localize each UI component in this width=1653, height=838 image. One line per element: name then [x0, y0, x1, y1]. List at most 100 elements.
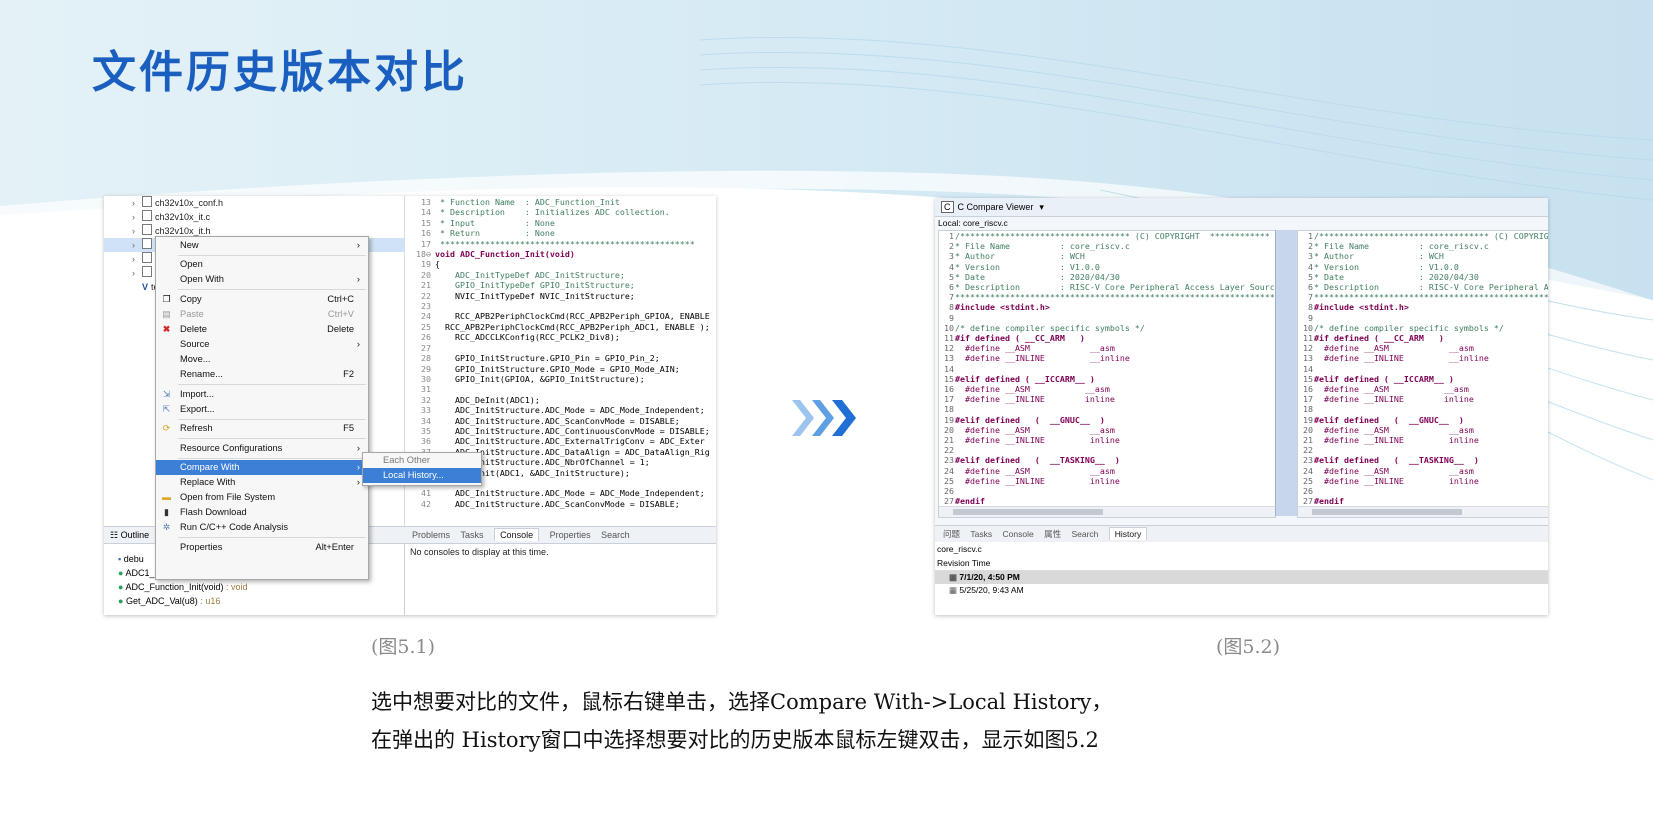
- outline-item[interactable]: ● Get_ADC_Val(u8) : u16: [104, 594, 404, 608]
- line-number: 15: [944, 373, 954, 384]
- line-number: 24: [1303, 465, 1313, 476]
- code-line: 24 #define __ASM __asm: [1298, 466, 1548, 476]
- line-number: 27: [421, 342, 431, 353]
- tab-tasks[interactable]: Tasks: [461, 530, 484, 540]
- tab-search[interactable]: Search: [1071, 529, 1098, 539]
- menu-item-delete[interactable]: ✖ Delete Delete: [156, 322, 368, 337]
- c-file-icon: C: [941, 201, 954, 213]
- menu-item-copy[interactable]: ❐ Copy Ctrl+C: [156, 292, 368, 307]
- menu-item-rename[interactable]: Rename... F2: [156, 367, 368, 382]
- code-text: ADC_DeInit(ADC1);: [435, 394, 540, 405]
- line-number: 8: [949, 302, 954, 313]
- code-text: {: [435, 259, 440, 270]
- refresh-icon: ⟳: [162, 423, 171, 433]
- code-text: #include <stdint.h>: [955, 302, 1050, 313]
- outline-item[interactable]: ● ADC_Function_Init(void) : void: [104, 580, 404, 594]
- menu-item-replace-with[interactable]: Replace With ›: [156, 475, 368, 490]
- code-text: /********************************** (C) …: [955, 231, 1270, 241]
- code-line: 15 * Input : None: [405, 218, 716, 228]
- code-line: 19#elif defined ( __GNUC__ ): [1298, 415, 1548, 425]
- menu-item-open-with[interactable]: Open With ›: [156, 272, 368, 287]
- line-number: 13: [1303, 353, 1313, 364]
- menu-item-flash-download[interactable]: ▮ Flash Download: [156, 505, 368, 520]
- code-line: 17 #define __INLINE inline: [939, 394, 1275, 404]
- tree-item[interactable]: › ch32v10x_it.c: [104, 210, 404, 224]
- menu-item-run-code-analysis[interactable]: ✲ Run C/C++ Code Analysis: [156, 520, 368, 535]
- code-line: 23#elif defined ( __TASKING__ ): [1298, 455, 1548, 465]
- menu-item-properties[interactable]: Properties Alt+Enter: [156, 540, 368, 555]
- tab-tasks[interactable]: Tasks: [970, 529, 992, 539]
- menu-item-each-other[interactable]: Each Other: [363, 453, 481, 468]
- code-line: 18⊖ void ADC_Function_Init(void): [405, 249, 716, 259]
- code-line: 1/********************************** (C)…: [1298, 231, 1548, 241]
- menu-item-new[interactable]: New ›: [156, 238, 368, 253]
- code-line: 20 ADC_InitTypeDef ADC_InitStructure;: [405, 270, 716, 280]
- horizontal-scrollbar[interactable]: [1298, 506, 1548, 517]
- chevron-down-icon[interactable]: ▾: [1039, 202, 1044, 212]
- menu-item-source[interactable]: Source ›: [156, 337, 368, 352]
- line-number: 1: [1308, 231, 1313, 241]
- tab-search[interactable]: Search: [601, 530, 630, 540]
- code-text: * Input : None: [435, 217, 555, 228]
- c-file-icon: [142, 252, 152, 263]
- copy-icon: ❐: [162, 294, 171, 304]
- menu-item-open[interactable]: Open: [156, 257, 368, 272]
- history-tabs: 问题 Tasks Console 属性 Search History: [935, 525, 1548, 543]
- code-line: 34 ADC_InitStructure.ADC_ScanConvMode = …: [405, 416, 716, 426]
- line-number: 21: [421, 280, 431, 291]
- revision-row[interactable]: ▦ 5/25/20, 9:43 AM: [935, 584, 1548, 597]
- tab-problems[interactable]: Problems: [412, 530, 450, 540]
- code-line: 13 #define __INLINE __inline: [1298, 353, 1548, 363]
- menu-item-import[interactable]: ⇲ Import...: [156, 387, 368, 402]
- tab-properties[interactable]: 属性: [1044, 529, 1061, 539]
- code-line: 41 ADC_InitStructure.ADC_Mode = ADC_Mode…: [405, 488, 716, 498]
- line-number: 3: [1308, 251, 1313, 262]
- revision-time-header[interactable]: Revision Time: [935, 556, 1548, 571]
- menu-item-local-history[interactable]: Local History...: [363, 468, 481, 483]
- line-number: 26: [421, 332, 431, 343]
- code-text: GPIO_InitStructure.GPIO_Mode = GPIO_Mode…: [435, 363, 680, 374]
- tab-history[interactable]: History: [1108, 527, 1148, 540]
- code-line: 7***************************************…: [939, 292, 1275, 302]
- tree-item[interactable]: › ch32v10x_conf.h: [104, 196, 404, 210]
- line-number: 6: [1308, 282, 1313, 293]
- menu-item-compare-with[interactable]: Compare With ›: [156, 460, 368, 475]
- menu-item-open-from-file-system[interactable]: ▬ Open from File System: [156, 490, 368, 505]
- compare-viewer-screenshot: CC Compare Viewer ▾ Local: core_riscv.c 1…: [935, 198, 1548, 615]
- tab-problems[interactable]: 问题: [943, 529, 960, 539]
- code-text: ADC_InitStructure.ADC_ContinuousConvMode…: [435, 425, 710, 436]
- menu-item-move[interactable]: Move...: [156, 352, 368, 367]
- menu-item-resource-configurations[interactable]: Resource Configurations ›: [156, 441, 368, 456]
- line-number: 27: [1303, 496, 1313, 507]
- code-line: 16 #define __ASM __asm: [939, 384, 1275, 394]
- revision-row-selected[interactable]: ▦ 7/1/20, 4:50 PM: [935, 571, 1548, 584]
- code-text: #elif defined ( __ICCARM__ ): [955, 373, 1095, 384]
- tab-console[interactable]: Console: [1003, 529, 1034, 539]
- line-number: 25: [944, 475, 954, 486]
- code-text: * Description : RISC-V Core Peripheral A…: [1314, 282, 1548, 293]
- menu-item-export[interactable]: ⇱ Export...: [156, 402, 368, 417]
- code-text: * Author : WCH: [955, 251, 1085, 262]
- menu-item-refresh[interactable]: ⟳ Refresh F5: [156, 421, 368, 436]
- line-number: 25: [1303, 475, 1313, 486]
- tab-console[interactable]: Console: [494, 528, 540, 541]
- line-number: 22: [1303, 445, 1313, 456]
- compare-left-pane[interactable]: 1/********************************** (C)…: [938, 230, 1276, 518]
- compare-right-pane[interactable]: 1/********************************** (C)…: [1297, 230, 1548, 518]
- code-line: 20 #define __ASM __asm: [939, 425, 1275, 435]
- code-text: #elif defined ( __TASKING__ ): [1314, 455, 1479, 466]
- code-line: 18: [939, 404, 1275, 414]
- code-line: 4* Version : V1.0.0: [1298, 262, 1548, 272]
- line-number: 21: [1303, 435, 1313, 446]
- code-text: #define __INLINE inline: [955, 475, 1120, 486]
- code-text: #elif defined ( __ICCARM__ ): [1314, 373, 1454, 384]
- line-number: 2: [1308, 241, 1313, 252]
- code-text: /* define compiler specific symbols */: [1314, 322, 1504, 333]
- tab-properties[interactable]: Properties: [550, 530, 591, 540]
- horizontal-scrollbar[interactable]: [939, 506, 1275, 517]
- menu-item-paste[interactable]: ▤ Paste Ctrl+V: [156, 307, 368, 322]
- line-number: 13: [944, 353, 954, 364]
- line-number: 2: [949, 241, 954, 252]
- line-number: 23: [944, 455, 954, 466]
- code-line: 36 ADC_InitStructure.ADC_ExternalTrigCon…: [405, 436, 716, 446]
